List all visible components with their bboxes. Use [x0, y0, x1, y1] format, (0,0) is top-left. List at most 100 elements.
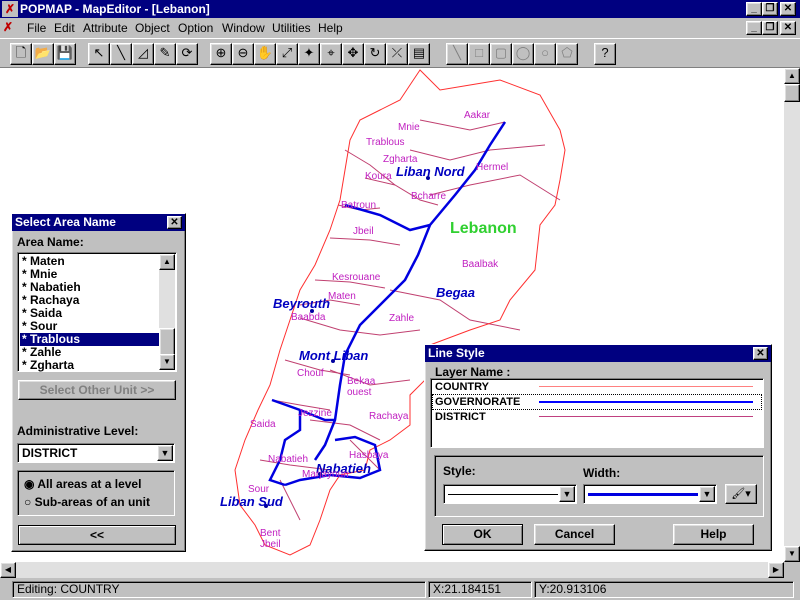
help-button[interactable]: Help — [673, 524, 754, 545]
horizontal-scrollbar[interactable]: ◀ ▶ — [0, 562, 784, 578]
node-edit-icon[interactable]: ✦ — [298, 43, 320, 65]
menu-window[interactable]: Window — [222, 21, 265, 35]
menu-option[interactable]: Option — [178, 21, 213, 35]
pan-hand-icon[interactable]: ✋ — [254, 43, 276, 65]
layer-name: GOVERNORATE — [435, 396, 521, 408]
cancel-button[interactable]: Cancel — [534, 524, 615, 545]
width-preview-line — [588, 493, 698, 496]
select-area-title: Select Area Name — [15, 215, 116, 229]
admin-level-value: DISTRICT — [22, 446, 78, 460]
restore-button[interactable]: ❐ — [762, 2, 778, 16]
new-file-icon[interactable]: 🗋 — [10, 43, 32, 65]
rectangle-icon[interactable]: □ — [468, 43, 490, 65]
scroll-left-icon[interactable]: ◀ — [0, 562, 16, 578]
district-label: Nabatieh — [268, 454, 309, 465]
select-other-unit-button[interactable]: Select Other Unit >> — [18, 380, 176, 400]
vertical-scrollbar[interactable]: ▲ ▼ — [784, 68, 800, 562]
district-label: Batroun — [341, 200, 377, 211]
circle-icon[interactable]: ○ — [534, 43, 556, 65]
polygon-icon[interactable]: ⬠ — [556, 43, 578, 65]
select-area-dialog: Select Area Name ✕ Area Name: * Maten * M… — [11, 213, 186, 552]
district-label: Mnie — [398, 122, 420, 133]
radio-sub-areas[interactable]: ○ Sub-areas of an unit — [24, 495, 150, 509]
governorate-label-liban-nord: Liban Nord — [396, 164, 465, 179]
color-picker-icon[interactable]: 🖌▾ — [725, 484, 757, 504]
doc-icon[interactable]: ✗ — [3, 20, 13, 34]
vertical-scroll-thumb[interactable] — [784, 84, 800, 102]
layer-row[interactable]: GOVERNORATE — [432, 394, 762, 410]
minimize-button[interactable]: _ — [746, 2, 762, 16]
menu-edit[interactable]: Edit — [54, 21, 75, 35]
help-cursor-icon[interactable]: ? — [594, 43, 616, 65]
line-style-close-button[interactable]: ✕ — [753, 347, 768, 360]
status-bar: Editing: COUNTRY X:21.184151 Y:20.913106 — [0, 578, 800, 600]
select-area-close-button[interactable]: ✕ — [167, 216, 182, 229]
menu-utilities[interactable]: Utilities — [272, 21, 311, 35]
width-select[interactable]: ▼ — [583, 484, 717, 504]
ellipse-icon[interactable]: ◯ — [512, 43, 534, 65]
scroll-right-icon[interactable]: ▶ — [768, 562, 784, 578]
label-icon[interactable]: ✎ — [154, 43, 176, 65]
district-label: Chouf — [297, 368, 324, 379]
district-label: Hermel — [476, 162, 509, 173]
layers-icon[interactable]: ▤ — [408, 43, 430, 65]
menu-help[interactable]: Help — [318, 21, 343, 35]
style-select[interactable]: ▼ — [443, 484, 577, 504]
zoom-out-icon[interactable]: ⊖ — [232, 43, 254, 65]
area-list-item[interactable]: * Zgharta — [20, 359, 160, 372]
layer-row[interactable]: COUNTRY — [433, 380, 761, 394]
move-vertex-icon[interactable]: ✥ — [342, 43, 364, 65]
open-folder-icon[interactable]: 📂 — [32, 43, 54, 65]
back-button[interactable]: << — [18, 525, 176, 545]
split-line-icon[interactable]: ⤫ — [386, 43, 408, 65]
radio-sub-areas-label: Sub-areas of an unit — [34, 495, 150, 509]
line-icon[interactable]: ╲ — [110, 43, 132, 65]
district-label: Rachaya — [369, 411, 409, 422]
area-list-scrollbar[interactable]: ▲ ▼ — [159, 254, 175, 370]
admin-level-select[interactable]: DISTRICT ▼ — [17, 443, 175, 463]
pointer-icon[interactable]: ↖ — [88, 43, 110, 65]
fit-extent-icon[interactable]: ⤢ — [276, 43, 298, 65]
doc-restore-button[interactable]: ❐ — [762, 21, 778, 35]
status-y-coordinate: Y:20.913106 — [534, 581, 794, 598]
draw-line-icon[interactable]: ╲ — [446, 43, 468, 65]
close-button[interactable]: ✕ — [780, 2, 796, 16]
rotate-icon[interactable]: ↻ — [364, 43, 386, 65]
width-label: Width: — [583, 466, 621, 480]
admin-level-label: Administrative Level: — [17, 424, 139, 438]
menu-object[interactable]: Object — [135, 21, 170, 35]
ok-button[interactable]: OK — [442, 524, 523, 545]
layer-row[interactable]: DISTRICT — [433, 410, 761, 424]
radio-unselected-icon: ○ — [24, 495, 32, 509]
scroll-down-icon[interactable]: ▼ — [784, 546, 800, 562]
doc-minimize-button[interactable]: _ — [746, 21, 762, 35]
vertex-icon[interactable]: ⌖ — [320, 43, 342, 65]
zoom-in-icon[interactable]: ⊕ — [210, 43, 232, 65]
refresh-icon[interactable]: ⟳ — [176, 43, 198, 65]
chevron-down-icon[interactable]: ▼ — [699, 486, 715, 502]
radio-all-areas[interactable]: ◉ All areas at a level — [24, 477, 141, 491]
polyline-icon[interactable]: ◿ — [132, 43, 154, 65]
list-scroll-thumb[interactable] — [159, 328, 175, 356]
district-label: Zahle — [389, 313, 415, 324]
area-scope-group: ◉ All areas at a level ○ Sub-areas of an… — [17, 470, 175, 516]
app-icon[interactable]: ✗ — [2, 1, 18, 17]
menu-attribute[interactable]: Attribute — [83, 21, 128, 35]
menu-file[interactable]: File — [27, 21, 46, 35]
district-label: Maten — [328, 291, 356, 302]
radio-selected-icon: ◉ — [24, 477, 35, 491]
area-name-list[interactable]: * Maten * Mnie * Nabatieh * Rachaya * Saida *… — [17, 252, 177, 372]
radio-all-areas-label: All areas at a level — [37, 477, 142, 491]
rounded-rect-icon[interactable]: ▢ — [490, 43, 512, 65]
list-scroll-up-icon[interactable]: ▲ — [159, 254, 175, 270]
scroll-up-icon[interactable]: ▲ — [784, 68, 800, 84]
chevron-down-icon[interactable]: ▼ — [559, 486, 575, 502]
chevron-down-icon[interactable]: ▼ — [157, 445, 173, 461]
layer-list[interactable]: COUNTRY GOVERNORATE DISTRICT — [430, 378, 764, 448]
district-label: Marjayoun — [302, 469, 349, 480]
list-scroll-down-icon[interactable]: ▼ — [159, 354, 175, 370]
save-icon[interactable]: 💾 — [54, 43, 76, 65]
style-group: Style: ▼ Width: ▼ 🖌▾ — [434, 455, 764, 517]
district-label: Bcharre — [411, 191, 447, 202]
doc-close-button[interactable]: ✕ — [780, 21, 796, 35]
